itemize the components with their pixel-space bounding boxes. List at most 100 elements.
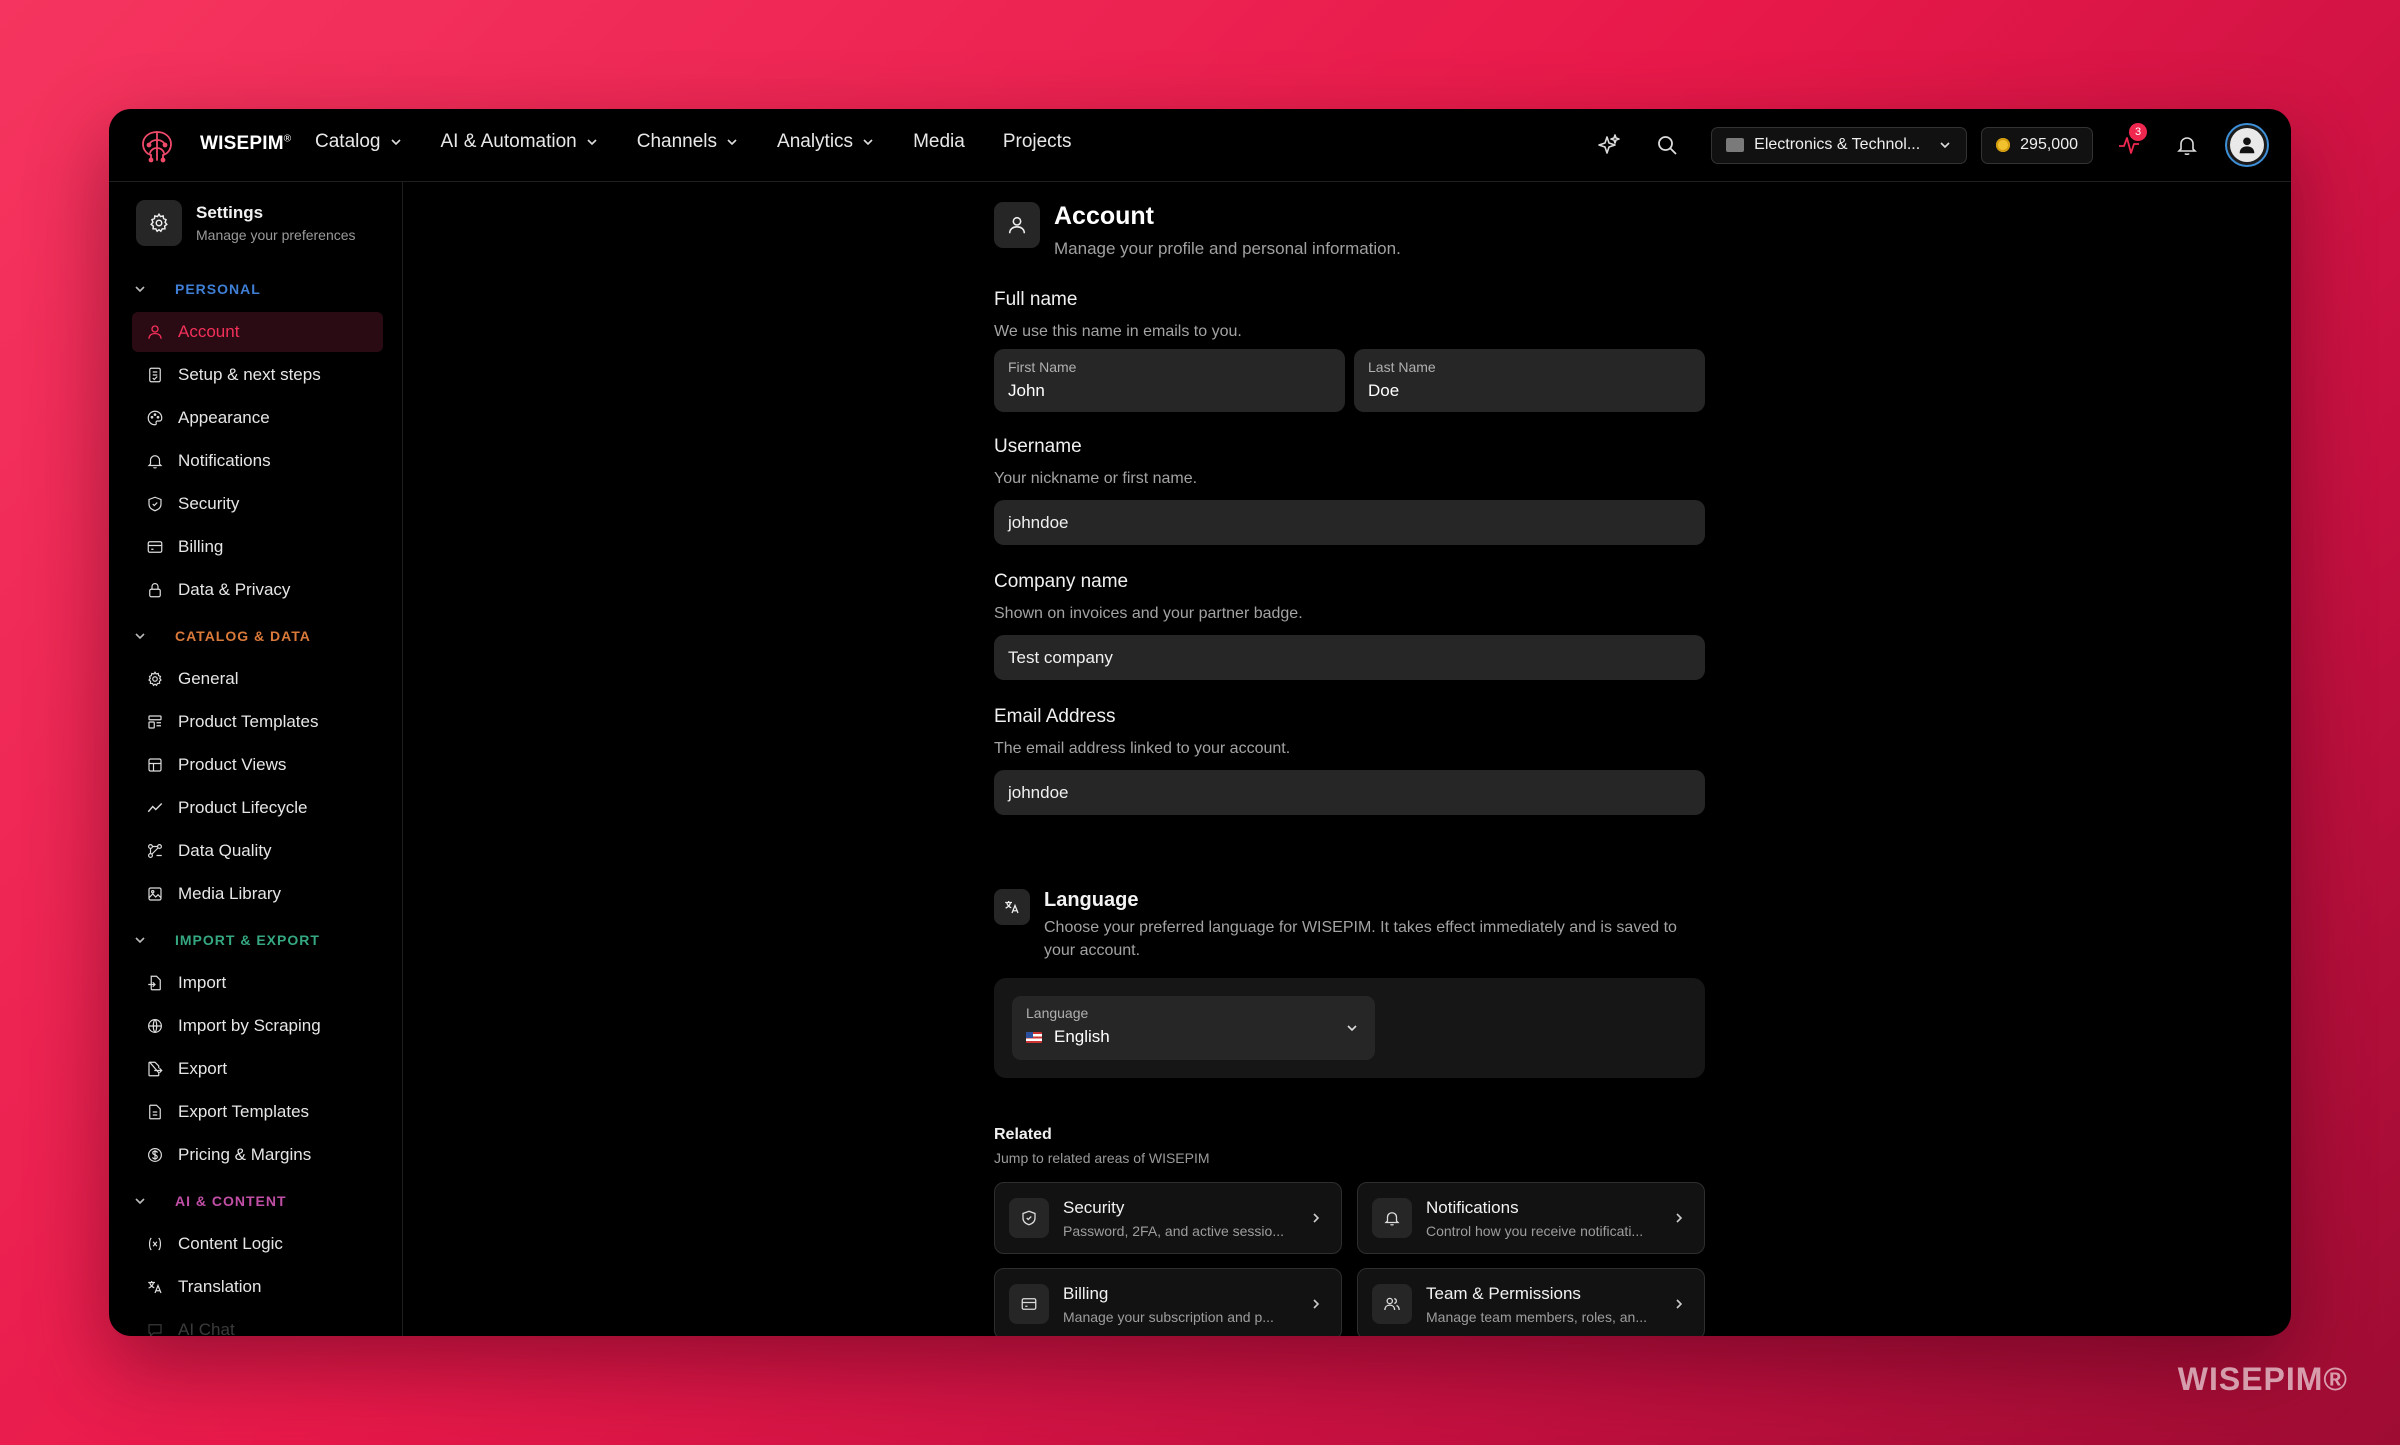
related-card-team-permissions[interactable]: Team & Permissions Manage team members, … (1357, 1268, 1705, 1336)
card-subtitle: Manage your subscription and p... (1063, 1308, 1274, 1325)
credit-card-icon (1009, 1284, 1049, 1324)
nav-label: Projects (1002, 131, 1072, 152)
nav-catalog[interactable]: Catalog (315, 131, 403, 153)
sidebar-item-translation[interactable]: Translation (132, 1267, 383, 1307)
sidebar-item-content-logic[interactable]: Content Logic (132, 1224, 383, 1264)
language-title: Language (1044, 889, 1139, 911)
variable-icon (148, 1237, 162, 1251)
card-subtitle: Control how you receive notificati... (1426, 1222, 1644, 1239)
user-icon (994, 202, 1040, 248)
sidebar-item-export-templates[interactable]: Export Templates (132, 1092, 383, 1132)
sidebar-item-label: Billing (178, 537, 224, 556)
nav-analytics[interactable]: Analytics (777, 131, 875, 153)
chevron-down-icon (135, 1198, 145, 1205)
sidebar-item-ai-chat[interactable]: AI Chat (132, 1310, 383, 1336)
sidebar-item-notifications[interactable]: Notifications (132, 441, 383, 481)
sidebar-item-product-templates[interactable]: Product Templates (132, 702, 383, 742)
chevron-down-icon (390, 139, 401, 146)
section-personal-toggle[interactable]: PERSONAL (109, 266, 402, 312)
sidebar-item-account[interactable]: Account (132, 312, 383, 352)
sidebar-item-label: Export (178, 1059, 228, 1078)
email-value: johndoe (1008, 782, 1069, 802)
sidebar-item-label: Translation (178, 1277, 262, 1296)
lock-icon (149, 583, 161, 598)
sidebar-item-billing[interactable]: Billing (132, 527, 383, 567)
sidebar-item-media-library[interactable]: Media Library (132, 874, 383, 914)
section-catalog-toggle[interactable]: CATALOG & DATA (109, 613, 402, 659)
workflow-icon (148, 844, 162, 858)
chevron-right-icon (1313, 1213, 1320, 1223)
chevron-down-icon (1347, 1025, 1357, 1032)
bell-icon (1372, 1198, 1412, 1238)
sidebar-item-export[interactable]: Export (132, 1049, 383, 1089)
company-input[interactable]: Test company (994, 635, 1705, 680)
sidebar-item-label: Data Quality (178, 841, 272, 860)
sidebar-item-label: Import by Scraping (178, 1016, 321, 1035)
sidebar-item-pricing-margins[interactable]: Pricing & Margins (132, 1135, 383, 1175)
table-icon (148, 758, 162, 772)
sidebar-item-security[interactable]: Security (132, 484, 383, 524)
sidebar-item-data-quality[interactable]: Data Quality (132, 831, 383, 871)
workspace-selector[interactable]: Electronics & Technol... (1711, 126, 1968, 164)
sidebar-item-product-views[interactable]: Product Views (132, 745, 383, 785)
credit-card-icon (147, 541, 163, 553)
top-navigation-bar: WISEPIM® Catalog AI & Automation Channel… (109, 109, 2291, 182)
last-name-input[interactable]: Last Name Doe (1354, 349, 1705, 412)
nav-media[interactable]: Media (913, 131, 965, 153)
language-select[interactable]: Language English (1012, 996, 1375, 1060)
brand-mark: ® (283, 133, 292, 145)
notifications-button[interactable] (2165, 123, 2209, 167)
email-label: Email Address (994, 706, 1116, 727)
sidebar-item-import[interactable]: Import (132, 963, 383, 1003)
username-input[interactable]: johndoe (994, 500, 1705, 545)
sidebar-item-import-scraping[interactable]: Import by Scraping (132, 1006, 383, 1046)
sidebar-item-label: Account (178, 322, 240, 341)
gear-icon (136, 200, 182, 246)
related-card-security[interactable]: Security Password, 2FA, and active sessi… (994, 1182, 1342, 1254)
card-title: Notifications (1426, 1197, 1519, 1217)
related-title: Related (994, 1126, 1052, 1143)
email-help: The email address linked to your account… (994, 740, 1291, 757)
sidebar-item-general[interactable]: General (132, 659, 383, 699)
sidebar-item-appearance[interactable]: Appearance (132, 398, 383, 438)
chevron-right-icon (1676, 1213, 1683, 1223)
section-ai-toggle[interactable]: AI & CONTENT (109, 1178, 402, 1224)
chevron-down-icon (135, 633, 145, 640)
brand-name[interactable]: WISEPIM® (200, 133, 291, 155)
user-icon (148, 325, 162, 339)
related-section: Related Jump to related areas of WISEPIM… (994, 1126, 1705, 1336)
section-label: CATALOG & DATA (175, 628, 311, 644)
first-name-input[interactable]: First Name John (994, 349, 1345, 412)
card-title: Team & Permissions (1426, 1283, 1581, 1303)
chevron-right-icon (1676, 1299, 1683, 1309)
section-import-toggle[interactable]: IMPORT & EXPORT (109, 917, 402, 963)
search-button[interactable] (1645, 123, 1689, 167)
activity-button[interactable]: 3 (2107, 123, 2151, 167)
settings-header: Settings Manage your preferences (136, 200, 356, 246)
last-name-value: Doe (1368, 381, 1400, 400)
file-import-icon (148, 975, 161, 991)
workspace-icon (1726, 138, 1745, 152)
related-card-notifications[interactable]: Notifications Control how you receive no… (1357, 1182, 1705, 1254)
ai-sparkle-button[interactable] (1587, 123, 1631, 167)
chevron-right-icon (1313, 1299, 1320, 1309)
sidebar-item-label: Pricing & Margins (178, 1145, 312, 1164)
sidebar-item-product-lifecycle[interactable]: Product Lifecycle (132, 788, 383, 828)
sidebar-item-setup[interactable]: Setup & next steps (132, 355, 383, 395)
sidebar-item-data-privacy[interactable]: Data & Privacy (132, 570, 383, 610)
related-card-billing[interactable]: Billing Manage your subscription and p..… (994, 1268, 1342, 1336)
nav-ai-automation[interactable]: AI & Automation (441, 131, 599, 153)
sidebar-item-label: Data & Privacy (178, 580, 291, 599)
nav-channels[interactable]: Channels (637, 131, 739, 153)
last-name-label: Last Name (1368, 359, 1436, 375)
brain-logo-icon[interactable] (137, 126, 177, 166)
related-subtitle: Jump to related areas of WISEPIM (994, 1150, 1210, 1166)
full-name-group: Full name We use this name in emails to … (994, 289, 1705, 412)
credits-balance[interactable]: 295,000 (1981, 126, 2093, 164)
nav-projects[interactable]: Projects (1003, 131, 1072, 153)
user-avatar[interactable] (2225, 123, 2269, 167)
language-subtitle: Choose your preferred language for WISEP… (1044, 919, 1677, 959)
activity-badge: 3 (2129, 123, 2147, 141)
email-input[interactable]: johndoe (994, 770, 1705, 815)
language-section: Language Choose your preferred language … (994, 889, 1705, 1078)
